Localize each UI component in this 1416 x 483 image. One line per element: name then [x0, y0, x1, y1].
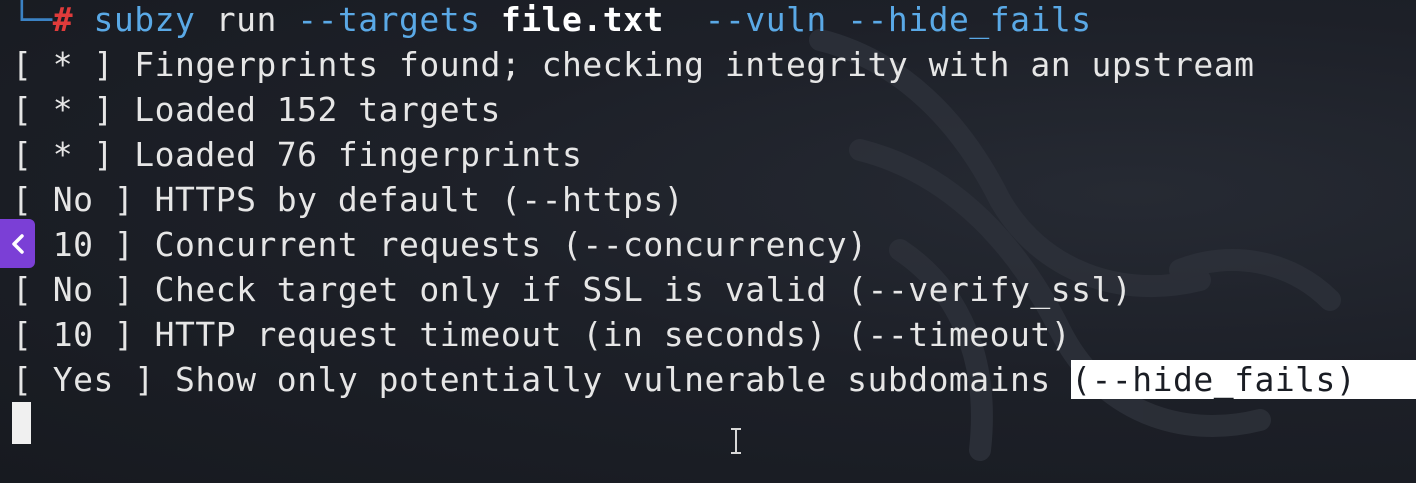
bracket-open: [ [12, 90, 33, 129]
command-flag-hide-fails: --hide_fails [847, 0, 1092, 39]
bracket-close: ] [113, 315, 135, 354]
terminal-window[interactable]: └─# subzy run --targets file.txt --vuln … [0, 0, 1416, 483]
status-tag: No [32, 180, 114, 219]
output-line: [ * ] Loaded 76 fingerprints [12, 133, 582, 177]
command-flag-targets: --targets [297, 0, 481, 39]
bracket-open: [ [12, 315, 33, 354]
status-tag: 10 [32, 225, 114, 264]
output-line: [ No ] HTTPS by default (--https) [12, 178, 684, 222]
command-arg-run: run [215, 0, 277, 39]
status-tag: * [32, 90, 94, 129]
bracket-close: ] [93, 135, 114, 174]
output-line: [ Yes ] Show only potentially vulnerable… [12, 358, 1416, 402]
status-tag: * [32, 45, 94, 84]
output-text: HTTPS by default (--https) [134, 180, 685, 219]
bracket-open: [ [12, 135, 33, 174]
status-tag: Yes [32, 360, 135, 399]
root-prompt-symbol: # [52, 0, 74, 39]
bracket-close: ] [113, 225, 135, 264]
status-tag: No [32, 270, 114, 309]
output-line: [ 10 ] Concurrent requests (--concurrenc… [12, 223, 867, 267]
output-line: [ 10 ] HTTP request timeout (in seconds)… [12, 313, 1071, 357]
bracket-open: [ [12, 360, 33, 399]
bracket-open: [ [12, 180, 33, 219]
command-file-arg: file.txt [500, 0, 664, 39]
selected-text-highlight[interactable]: (--hide_fails) [1071, 360, 1416, 399]
command-flag-vuln: --vuln [704, 0, 827, 39]
side-panel-toggle-button[interactable] [0, 219, 35, 268]
bracket-open: [ [12, 270, 33, 309]
output-text: Loaded 76 fingerprints [113, 135, 583, 174]
status-tag: 10 [32, 315, 114, 354]
output-line: [ * ] Loaded 152 targets [12, 88, 501, 132]
command-name: subzy [93, 0, 196, 39]
output-line: [ No ] Check target only if SSL is valid… [12, 268, 1132, 312]
output-text: Fingerprints found; checking integrity w… [113, 45, 1255, 84]
bracket-close: ] [93, 90, 114, 129]
output-text: Loaded 152 targets [113, 90, 501, 129]
output-text: Concurrent requests (--concurrency) [134, 225, 868, 264]
output-text: HTTP request timeout (in seconds) (--tim… [134, 315, 1072, 354]
prompt-corner: └─ [12, 0, 53, 39]
command-prompt-line: └─# subzy run --targets file.txt --vuln … [12, 0, 1092, 42]
bracket-close: ] [134, 360, 155, 399]
output-text: Check target only if SSL is valid (--ver… [134, 270, 1133, 309]
bracket-close: ] [113, 180, 135, 219]
chevron-left-icon [11, 233, 24, 254]
bracket-close: ] [113, 270, 135, 309]
bracket-open: [ [12, 45, 33, 84]
output-line: [ * ] Fingerprints found; checking integ… [12, 43, 1254, 87]
status-tag: * [32, 135, 94, 174]
text-ibeam-icon [731, 428, 741, 454]
bracket-close: ] [93, 45, 114, 84]
output-text: Show only potentially vulnerable subdoma… [154, 360, 1072, 399]
terminal-cursor [12, 402, 31, 444]
